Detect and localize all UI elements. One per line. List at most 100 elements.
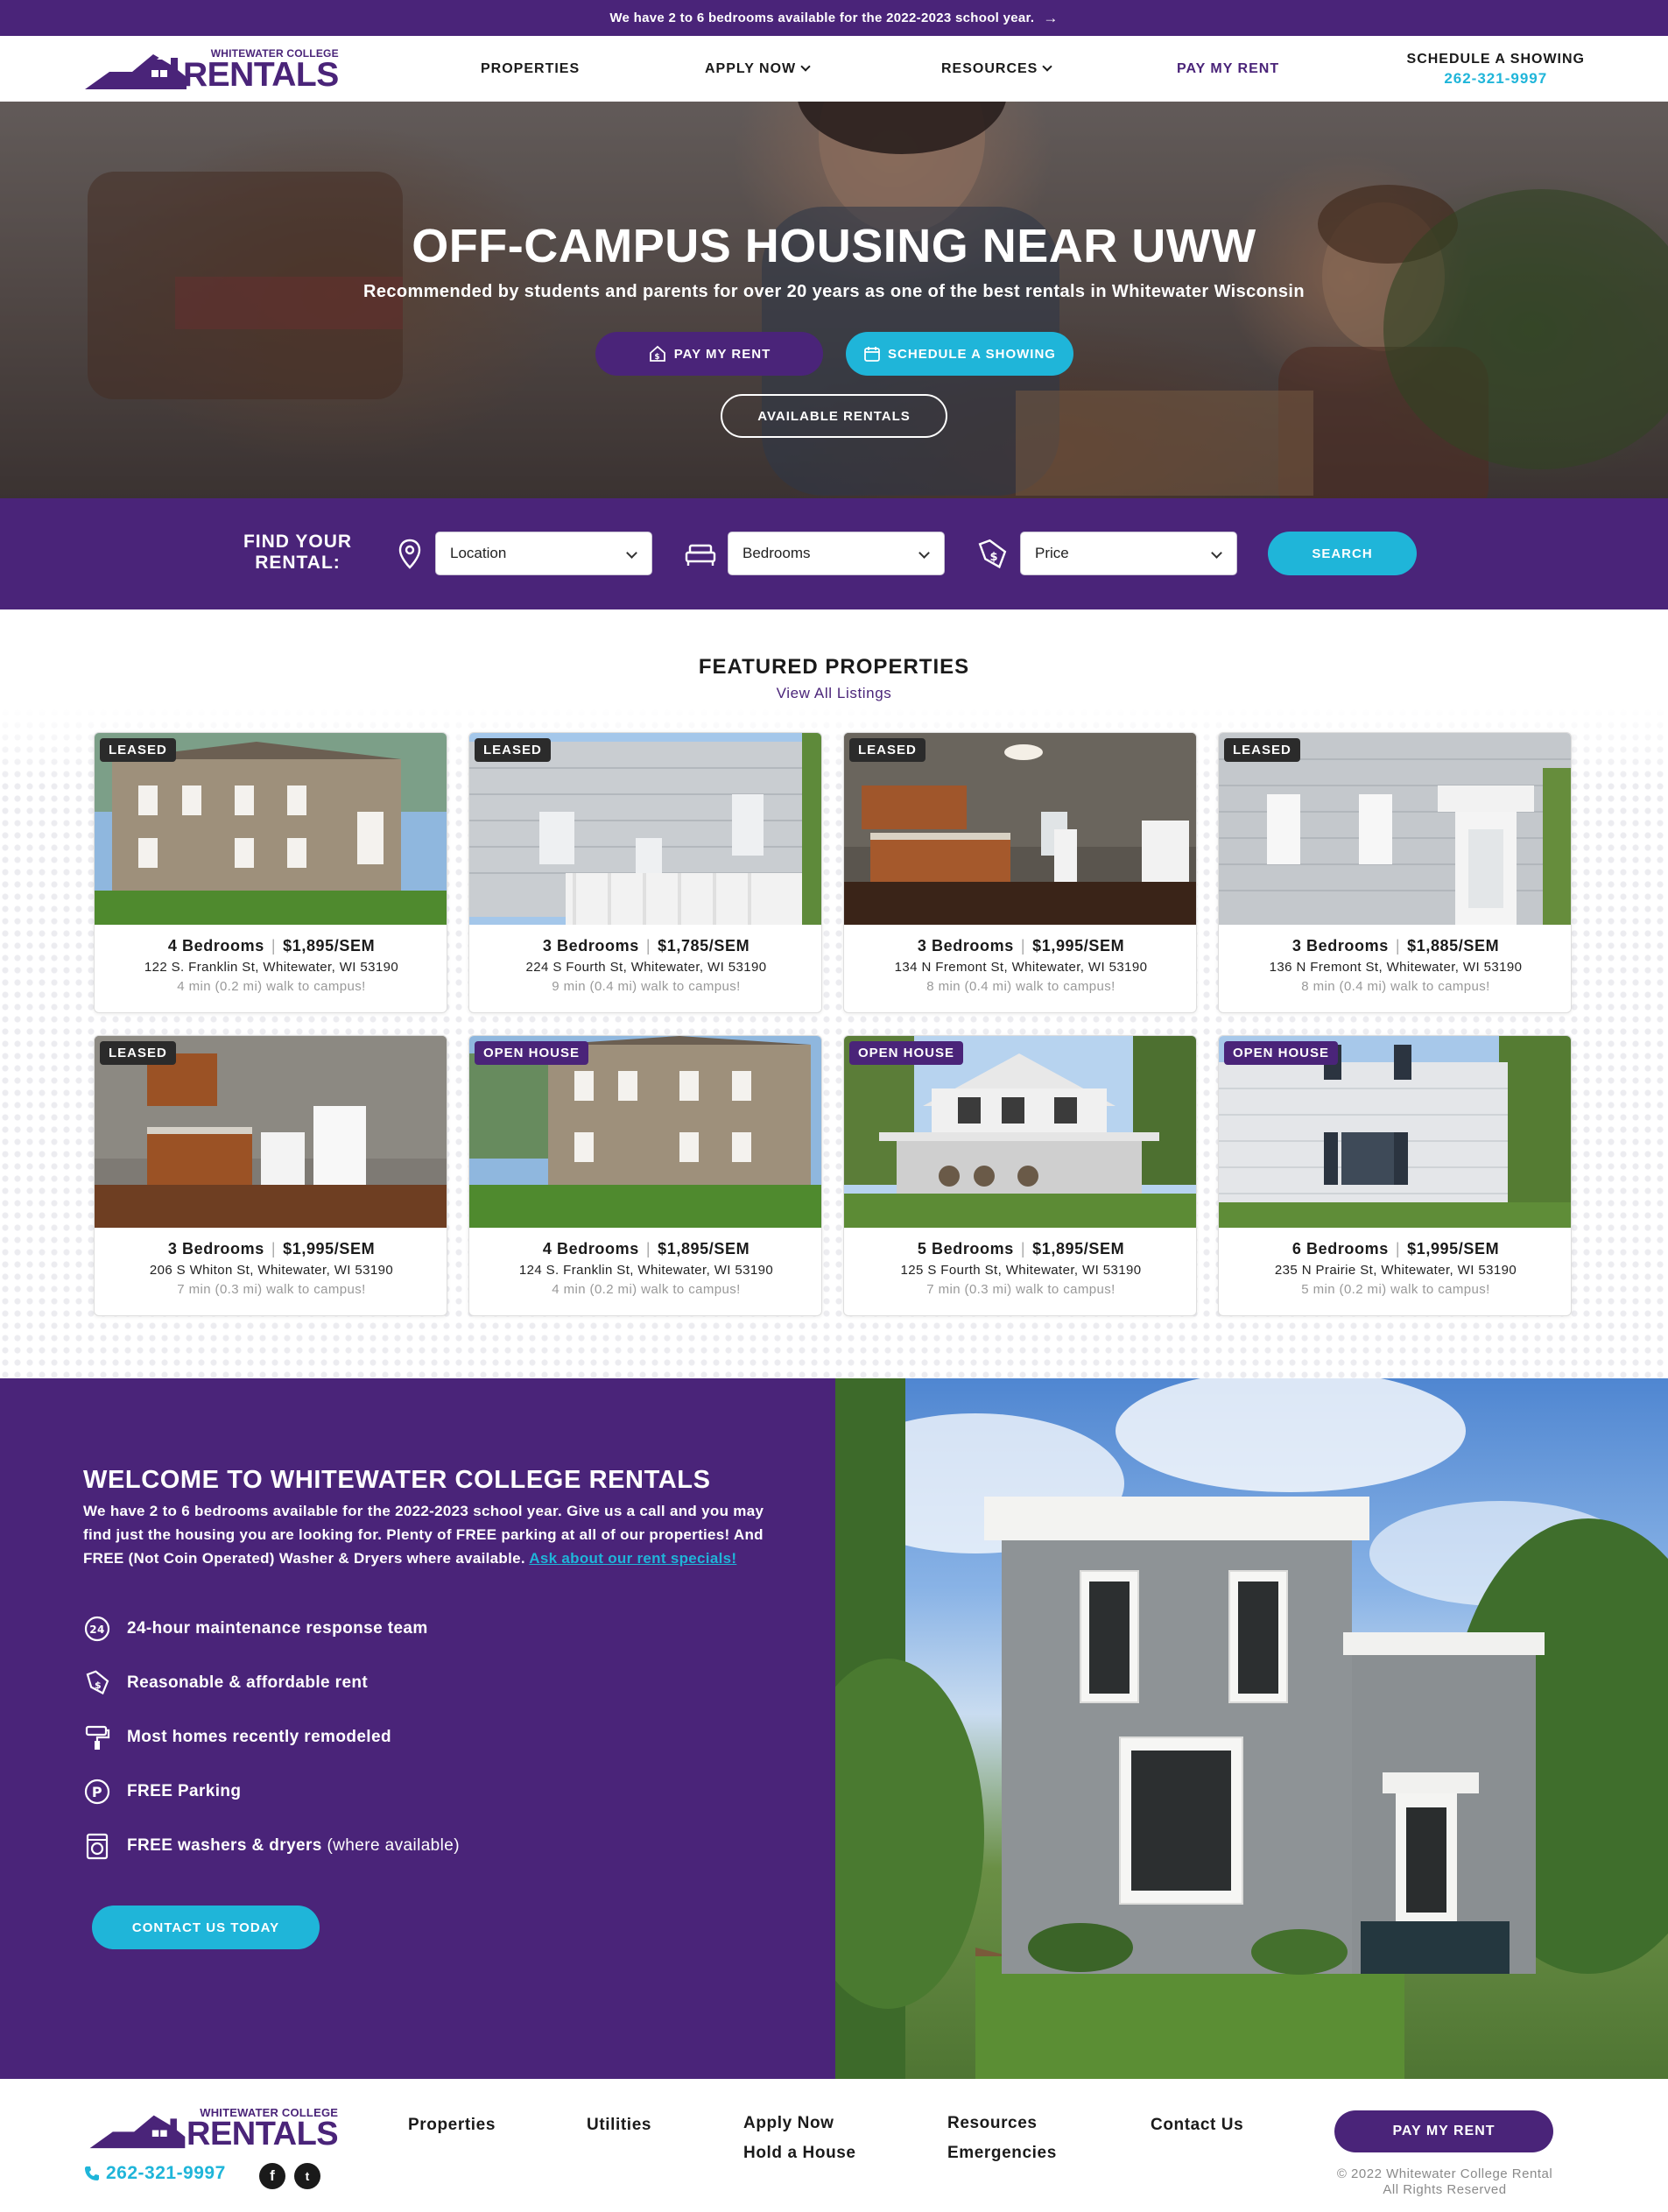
feature-maintenance-text: 24-hour maintenance response team [127,1619,428,1638]
footer-link-emergencies[interactable]: Emergencies [947,2144,1057,2163]
summary-divider: | [1020,937,1026,955]
nav-apply-now[interactable]: APPLY NOW [705,36,811,102]
property-card[interactable]: OPEN HOUSE 4 Bedrooms | $1,895/SEM 124 S. … [468,1035,822,1316]
twitter-icon[interactable]: t [294,2163,320,2189]
status-badge: OPEN HOUSE [849,1041,964,1065]
site-logo[interactable]: WHITEWATER COLLEGE RENTALS [83,48,339,94]
calendar-icon [864,347,880,362]
footer-phone[interactable]: 262-321-9997 [83,2163,226,2184]
summary-divider: | [1020,1240,1026,1257]
schedule-showing-label: SCHEDULE A SHOWING [1406,52,1585,67]
announcement-bar[interactable]: We have 2 to 6 bedrooms available for th… [0,0,1668,36]
status-badge: LEASED [100,738,176,762]
site-header: WHITEWATER COLLEGE RENTALS PROPERTIES AP… [0,36,1668,102]
svg-text:24: 24 [89,1624,105,1636]
status-badge: OPEN HOUSE [475,1041,589,1065]
card-price: $1,995/SEM [283,1240,376,1257]
footer-link-apply-now[interactable]: Apply Now [743,2114,834,2133]
card-address: 134 N Fremont St, Whitewater, WI 53190 [894,960,1148,975]
copyright-line1: © 2022 Whitewater College Rental [1336,2166,1553,2181]
phone-icon [85,2166,99,2180]
feature-washers-note: (where available) [321,1836,460,1855]
rent-specials-link[interactable]: Ask about our rent specials! [529,1550,736,1567]
footer-logo[interactable]: WHITEWATER COLLEGE RENTALS [83,2107,339,2152]
property-card[interactable]: LEASED 3 Bedrooms | $1,785/SEM 224 S Fourt… [468,732,822,1013]
chevron-down-icon [1042,61,1053,72]
house-roof-icon [85,54,187,90]
summary-divider: | [271,937,277,955]
footer-logo-big-text: RENTALS [187,2116,339,2152]
logo-big-text: RENTALS [183,56,339,94]
property-card[interactable]: LEASED 4 Bedrooms | $1,895/SEM 122 S. Fran… [94,732,447,1013]
hero-pay-rent-button[interactable]: $ PAY MY RENT [595,332,823,376]
nav-resources[interactable]: RESOURCES [941,36,1053,102]
card-bedrooms: 3 Bedrooms [917,937,1014,955]
chevron-down-icon [918,547,930,559]
property-card[interactable]: LEASED 3 Bedrooms | $1,995/SEM 134 N Fremo… [843,732,1197,1013]
card-bedrooms: 3 Bedrooms [542,937,639,955]
card-walk-time: 4 min (0.2 mi) walk to campus! [552,1282,741,1297]
copyright: © 2022 Whitewater College Rental All Rig… [1296,2166,1594,2198]
house-image [835,1378,1668,2079]
parking-icon: P [84,1779,110,1805]
find-rental-line1: FIND YOUR [243,532,353,552]
bed-icon [685,544,716,566]
card-walk-time: 8 min (0.4 mi) walk to campus! [926,979,1116,994]
feature-washers-text: FREE washers & dryers [127,1836,322,1855]
footer-link-hold-house[interactable]: Hold a House [743,2144,856,2163]
feature-parking-text: FREE Parking [127,1782,242,1800]
svg-text:$: $ [95,1680,102,1691]
feature-washers: FREE washers & dryers (where available) [83,1832,460,1860]
hero-title: OFF-CAMPUS HOUSING NEAR UWW [412,220,1256,272]
card-address: 125 S Fourth St, Whitewater, WI 53190 [900,1263,1142,1278]
card-summary: 3 Bedrooms | $1,995/SEM [844,937,1196,955]
location-select[interactable]: Location [435,532,652,575]
card-summary: 5 Bedrooms | $1,895/SEM [844,1240,1196,1258]
footer-pay-rent-button[interactable]: PAY MY RENT [1334,2110,1553,2152]
paint-roller-icon [85,1725,110,1750]
card-price: $1,995/SEM [1032,937,1125,955]
hero-schedule-label: SCHEDULE A SHOWING [888,346,1056,362]
card-summary: 6 Bedrooms | $1,995/SEM [1219,1240,1571,1258]
footer-link-resources[interactable]: Resources [947,2114,1038,2133]
facebook-icon[interactable]: f [259,2163,285,2189]
footer-logo-text: WHITEWATER COLLEGE RENTALS [187,2107,339,2152]
schedule-showing-cta[interactable]: SCHEDULE A SHOWING 262-321-9997 [1407,52,1585,88]
arrow-right-icon: → [1043,9,1059,26]
search-button[interactable]: SEARCH [1268,532,1417,575]
welcome-section: WELCOME TO WHITEWATER COLLEGE RENTALS We… [0,1378,835,2079]
nav-properties[interactable]: PROPERTIES [481,36,580,102]
hero-schedule-showing-button[interactable]: SCHEDULE A SHOWING [846,332,1073,376]
card-summary: 3 Bedrooms | $1,995/SEM [95,1240,447,1258]
nav-apply-now-label: APPLY NOW [705,60,797,76]
hero-banner: OFF-CAMPUS HOUSING NEAR UWW Recommended … [0,102,1668,498]
bedrooms-select-value: Bedrooms [743,545,811,561]
bedrooms-select[interactable]: Bedrooms [728,532,945,575]
property-card[interactable]: OPEN HOUSE 5 Bedrooms | $1,895/SEM 125 S F… [843,1035,1197,1316]
available-rentals-button[interactable]: AVAILABLE RENTALS [721,394,947,438]
welcome-title: WELCOME TO WHITEWATER COLLEGE RENTALS [83,1466,711,1494]
footer-link-contact[interactable]: Contact Us [1151,2116,1243,2135]
property-card[interactable]: LEASED 3 Bedrooms | $1,885/SEM 136 N Fremo… [1218,732,1572,1013]
view-all-listings-link[interactable]: View All Listings [0,685,1668,702]
house-roof-icon [89,2115,186,2149]
card-bedrooms: 6 Bedrooms [1291,1240,1389,1257]
footer-link-utilities[interactable]: Utilities [587,2116,651,2135]
card-walk-time: 8 min (0.4 mi) walk to campus! [1301,979,1490,994]
card-summary: 3 Bedrooms | $1,785/SEM [469,937,821,955]
chevron-down-icon [1211,547,1222,559]
header-phone[interactable]: 262-321-9997 [1407,70,1585,88]
footer-link-properties[interactable]: Properties [408,2116,496,2135]
status-badge: LEASED [1224,738,1300,762]
property-card[interactable]: OPEN HOUSE 6 Bedrooms | $1,995/SEM 235 N P… [1218,1035,1572,1316]
feature-remodeled: Most homes recently remodeled [83,1723,391,1751]
nav-pay-my-rent[interactable]: PAY MY RENT [1177,36,1279,102]
site-footer: WHITEWATER COLLEGE RENTALS 262-321-9997 … [0,2079,1668,2212]
property-card[interactable]: LEASED 3 Bedrooms | $1,995/SEM 206 S Whito… [94,1035,447,1316]
copyright-line2: All Rights Reserved [1383,2182,1507,2197]
hero-subtitle: Recommended by students and parents for … [362,282,1306,301]
price-select[interactable]: Price [1020,532,1237,575]
feature-parking: P FREE Parking [83,1778,241,1806]
contact-us-button[interactable]: CONTACT US TODAY [92,1906,320,1949]
svg-text:$: $ [654,353,660,362]
